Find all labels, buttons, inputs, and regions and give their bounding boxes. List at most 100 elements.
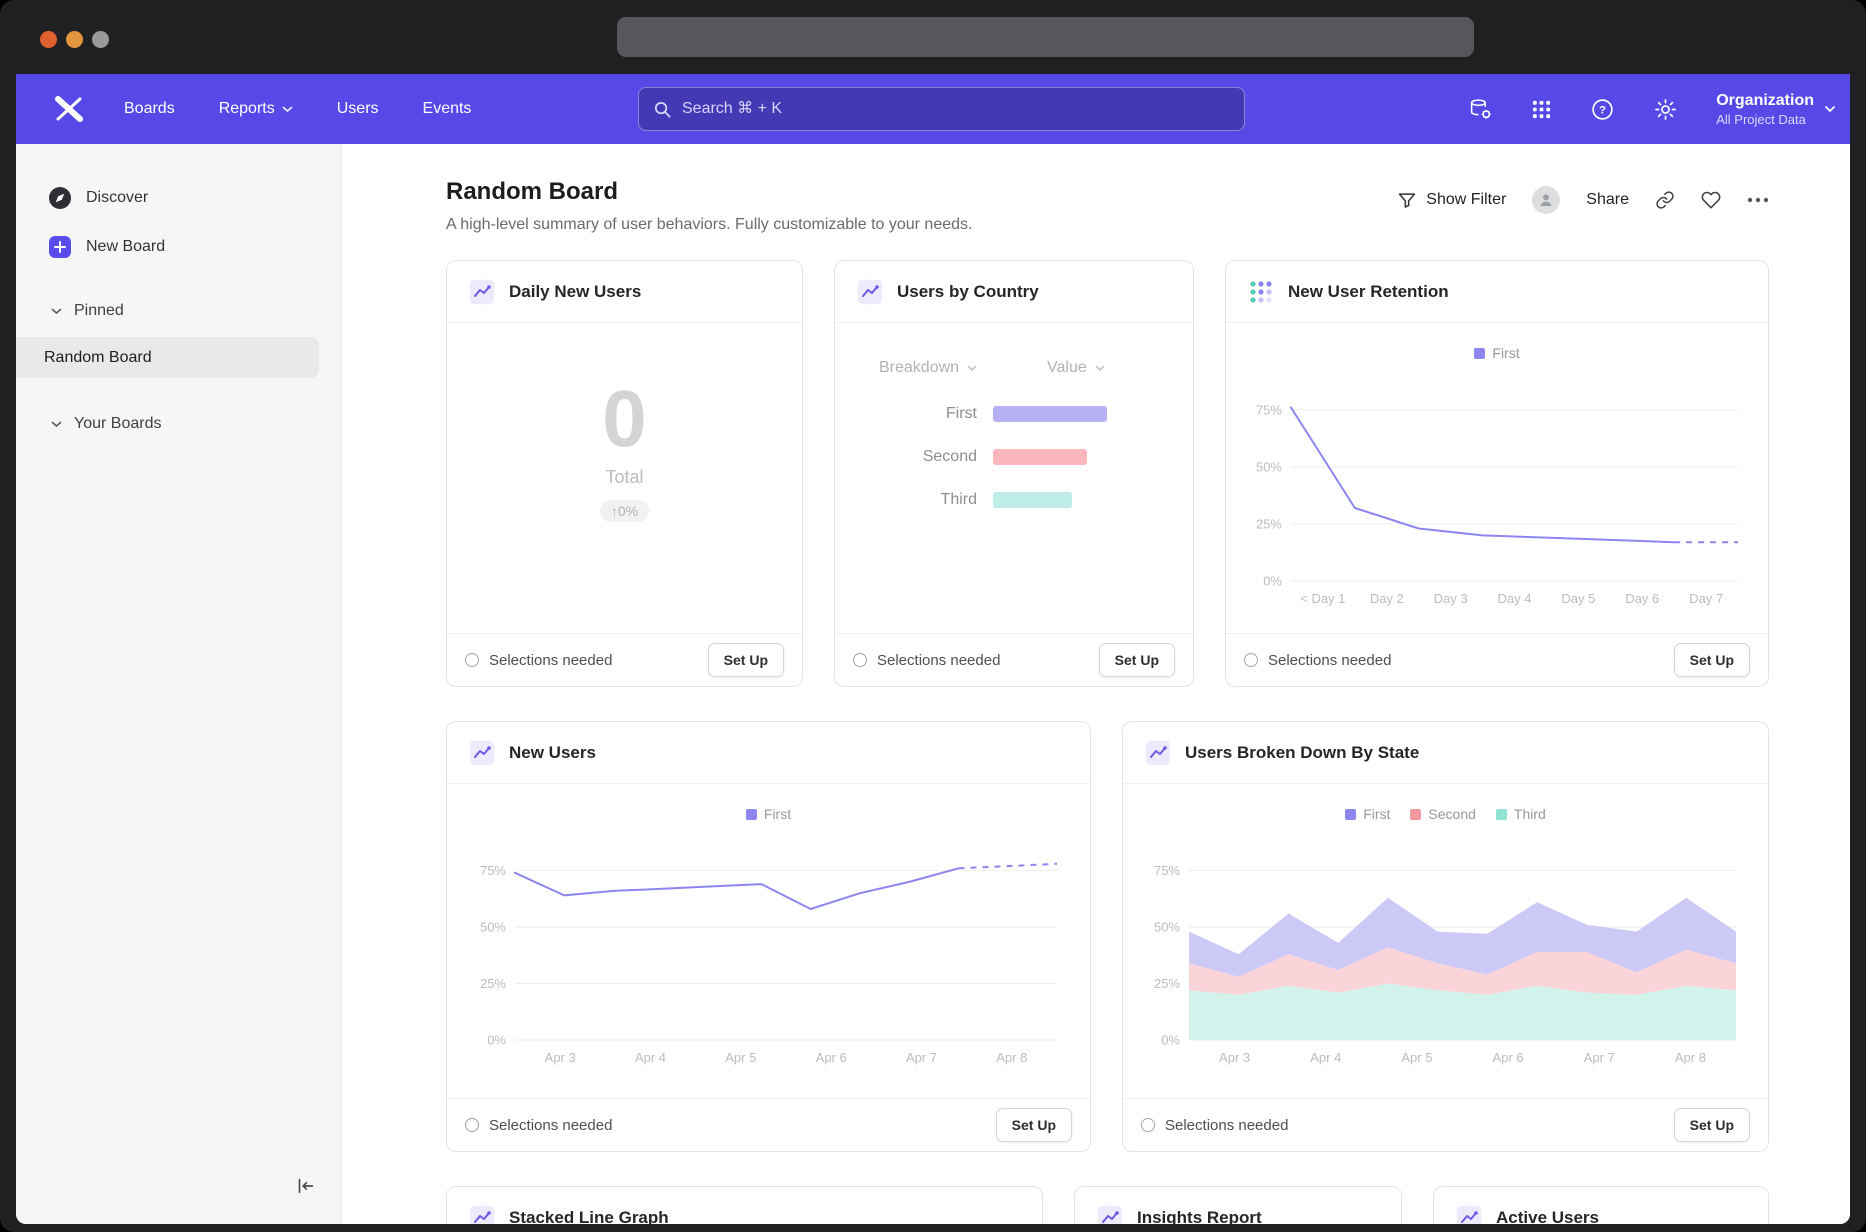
page-title: Random Board bbox=[446, 178, 972, 206]
svg-text:0%: 0% bbox=[1161, 1033, 1180, 1048]
mixpanel-logo-icon[interactable] bbox=[54, 96, 84, 122]
delta-badge: ↑0% bbox=[600, 500, 649, 522]
chart-legend: First bbox=[746, 806, 791, 822]
navbar-right: ? Organization All Project Data bbox=[1468, 74, 1836, 144]
top-navbar: Boards Reports Users Events bbox=[16, 74, 1850, 144]
nav-users[interactable]: Users bbox=[337, 100, 379, 118]
breakdown-dropdown[interactable]: Breakdown bbox=[879, 359, 977, 377]
setup-button[interactable]: Set Up bbox=[996, 1108, 1072, 1142]
svg-text:Apr 7: Apr 7 bbox=[905, 1050, 936, 1065]
favorite-heart-icon[interactable] bbox=[1701, 190, 1721, 210]
chart-legend: First bbox=[1474, 345, 1519, 361]
card-users-by-state: Users Broken Down By State First Second … bbox=[1122, 721, 1769, 1152]
card-title: Users by Country bbox=[897, 282, 1039, 302]
metric-label: Total bbox=[605, 467, 643, 488]
card-new-user-retention: New User Retention First 0%25%50%75%< Da… bbox=[1225, 260, 1769, 687]
nav-reports[interactable]: Reports bbox=[219, 100, 293, 118]
status-text: Selections needed bbox=[489, 652, 612, 669]
more-options-icon[interactable] bbox=[1747, 197, 1769, 203]
nav-events[interactable]: Events bbox=[423, 100, 472, 118]
main-content: Random Board A high-level summary of use… bbox=[342, 144, 1850, 1224]
svg-text:0%: 0% bbox=[1263, 574, 1282, 589]
radio-icon bbox=[465, 1118, 479, 1132]
svg-text:Apr 8: Apr 8 bbox=[1675, 1050, 1706, 1065]
country-row-second: Second bbox=[835, 448, 1193, 466]
svg-text:Day 3: Day 3 bbox=[1433, 591, 1467, 606]
radio-icon bbox=[853, 653, 867, 667]
sidebar-discover-label: Discover bbox=[86, 189, 148, 207]
data-management-icon[interactable] bbox=[1468, 97, 1493, 122]
row-label: Second bbox=[835, 448, 977, 466]
org-name: Organization bbox=[1716, 91, 1814, 110]
radio-icon bbox=[1244, 653, 1258, 667]
nav-menu: Boards Reports Users Events bbox=[124, 100, 471, 118]
settings-gear-icon[interactable] bbox=[1653, 97, 1678, 122]
window-zoom-button[interactable] bbox=[92, 31, 109, 48]
sidebar-your-boards-label: Your Boards bbox=[74, 415, 161, 433]
svg-text:Day 7: Day 7 bbox=[1689, 591, 1723, 606]
setup-button[interactable]: Set Up bbox=[1674, 1108, 1750, 1142]
sidebar-collapse-icon[interactable] bbox=[294, 1175, 316, 1197]
legend-swatch bbox=[1410, 809, 1421, 820]
setup-button[interactable]: Set Up bbox=[1674, 643, 1750, 677]
legend-label: First bbox=[1363, 806, 1390, 822]
address-bar[interactable] bbox=[617, 17, 1474, 57]
show-filter-button[interactable]: Show Filter bbox=[1397, 190, 1506, 210]
nav-boards[interactable]: Boards bbox=[124, 100, 175, 118]
new-users-chart: 0%25%50%75%Apr 3Apr 4Apr 5Apr 6Apr 7Apr … bbox=[469, 834, 1069, 1070]
avatar[interactable] bbox=[1532, 186, 1560, 214]
svg-text:Apr 8: Apr 8 bbox=[996, 1050, 1027, 1065]
window-close-button[interactable] bbox=[40, 31, 57, 48]
search-input[interactable] bbox=[682, 100, 1230, 118]
svg-text:75%: 75% bbox=[479, 863, 505, 878]
apps-grid-icon[interactable] bbox=[1531, 99, 1552, 120]
legend-label: Third bbox=[1514, 806, 1546, 822]
app-window: Boards Reports Users Events bbox=[16, 74, 1850, 1224]
share-button[interactable]: Share bbox=[1586, 191, 1629, 209]
retention-chart: 0%25%50%75%< Day 1Day 2Day 3Day 4Day 5Da… bbox=[1245, 373, 1750, 611]
line-chart-icon bbox=[469, 740, 495, 766]
page-subtitle: A high-level summary of user behaviors. … bbox=[446, 216, 972, 234]
row-label: First bbox=[835, 405, 977, 423]
svg-text:< Day 1: < Day 1 bbox=[1300, 591, 1345, 606]
line-chart-icon bbox=[857, 279, 883, 305]
card-daily-new-users: Daily New Users 0 Total ↑0% Selections n… bbox=[446, 260, 803, 687]
sidebar-item-new-board[interactable]: New Board bbox=[16, 229, 341, 265]
new-board-plus-icon bbox=[48, 235, 72, 259]
window-titlebar bbox=[0, 0, 1866, 74]
setup-button[interactable]: Set Up bbox=[1099, 643, 1175, 677]
sidebar-item-discover[interactable]: Discover bbox=[16, 180, 341, 216]
svg-text:75%: 75% bbox=[1255, 402, 1281, 417]
country-row-first: First bbox=[835, 405, 1193, 423]
sidebar-item-random-board[interactable]: Random Board bbox=[16, 337, 319, 378]
status-text: Selections needed bbox=[1165, 1117, 1288, 1134]
by-state-chart: 0%25%50%75%Apr 3Apr 4Apr 5Apr 6Apr 7Apr … bbox=[1143, 834, 1748, 1070]
card-title: New User Retention bbox=[1288, 282, 1449, 302]
svg-text:?: ? bbox=[1599, 104, 1606, 116]
legend-label: First bbox=[764, 806, 791, 822]
status-text: Selections needed bbox=[489, 1117, 612, 1134]
svg-text:Apr 7: Apr 7 bbox=[1584, 1050, 1615, 1065]
search-box[interactable] bbox=[638, 87, 1245, 131]
filter-funnel-icon bbox=[1397, 190, 1417, 210]
status-text: Selections needed bbox=[1268, 652, 1391, 669]
card-title: Stacked Line Graph bbox=[509, 1208, 669, 1224]
org-switcher[interactable]: Organization All Project Data bbox=[1716, 91, 1836, 127]
help-icon[interactable]: ? bbox=[1590, 97, 1615, 122]
bar-second bbox=[993, 449, 1087, 465]
line-chart-icon bbox=[469, 279, 495, 305]
copy-link-icon[interactable] bbox=[1655, 190, 1675, 210]
legend-label: Second bbox=[1428, 806, 1475, 822]
card-active-users: Active Users bbox=[1433, 1186, 1769, 1224]
person-icon bbox=[1538, 192, 1554, 208]
sidebar: Discover New Board Pinned Random Board Y… bbox=[16, 144, 342, 1224]
sidebar-section-your-boards[interactable]: Your Boards bbox=[16, 407, 341, 441]
window-minimize-button[interactable] bbox=[66, 31, 83, 48]
legend-label: First bbox=[1492, 345, 1519, 361]
svg-text:Apr 4: Apr 4 bbox=[1310, 1050, 1341, 1065]
retention-grid-icon bbox=[1248, 279, 1274, 305]
setup-button[interactable]: Set Up bbox=[708, 643, 784, 677]
bar-first bbox=[993, 406, 1107, 422]
value-dropdown[interactable]: Value bbox=[1047, 359, 1105, 377]
sidebar-section-pinned[interactable]: Pinned bbox=[16, 294, 341, 328]
